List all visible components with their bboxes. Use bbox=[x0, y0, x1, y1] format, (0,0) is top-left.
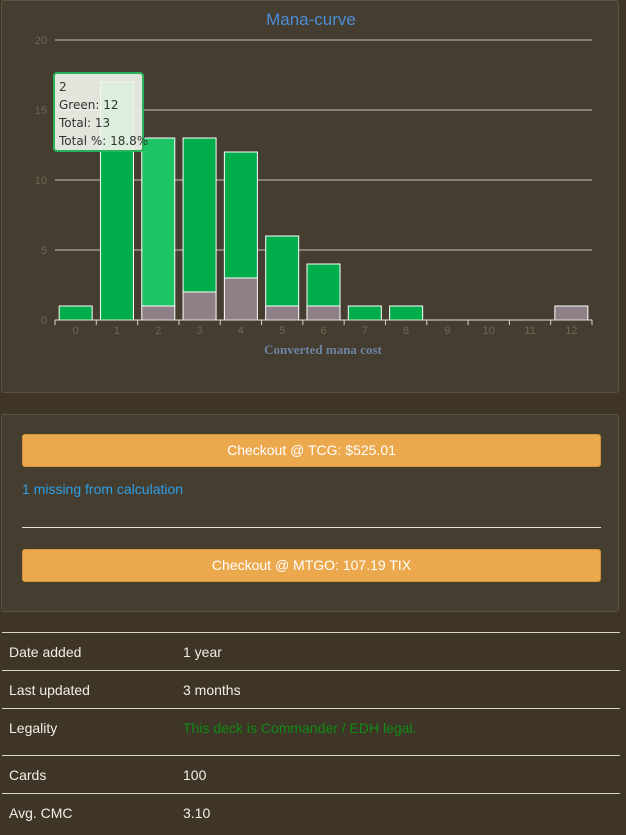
info-row-legality: Legality This deck is Commander / EDH le… bbox=[2, 708, 620, 755]
info-key: Last updated bbox=[9, 682, 90, 698]
y-tick-label: 10 bbox=[35, 175, 47, 187]
bar-green-3[interactable] bbox=[182, 137, 217, 293]
info-value: 3 months bbox=[183, 682, 241, 698]
info-row-cards: Cards 100 bbox=[2, 755, 620, 793]
tooltip-total: Total: 13 bbox=[59, 116, 111, 130]
bar-green-2[interactable] bbox=[141, 137, 176, 307]
tooltip-green: Green: 12 bbox=[59, 98, 119, 112]
x-tick-label: 9 bbox=[444, 325, 450, 337]
bar-green-7[interactable] bbox=[347, 305, 382, 321]
x-tick-label: 5 bbox=[279, 325, 285, 337]
x-tick-label: 4 bbox=[238, 325, 244, 337]
x-tick-label: 11 bbox=[524, 325, 535, 337]
x-tick-label: 3 bbox=[197, 325, 203, 337]
info-row-last-updated: Last updated 3 months bbox=[2, 670, 620, 708]
x-tick-label: 7 bbox=[362, 325, 368, 337]
bar-green-4[interactable] bbox=[223, 151, 258, 279]
info-row-avg-cmc: Avg. CMC 3.10 bbox=[2, 793, 620, 831]
tooltip-category: 2 bbox=[59, 80, 67, 94]
bar-other-2[interactable] bbox=[141, 305, 176, 321]
y-tick-label: 20 bbox=[35, 35, 47, 47]
x-tick-label: 2 bbox=[155, 325, 161, 337]
info-row-date-added: Date added 1 year bbox=[2, 632, 620, 670]
checkout-panel: Checkout @ TCG: $525.01 1 missing from c… bbox=[1, 414, 619, 612]
bar-green-5[interactable] bbox=[265, 235, 300, 307]
y-tick-label: 15 bbox=[35, 105, 47, 117]
divider bbox=[22, 527, 601, 528]
chart-title: Mana-curve bbox=[266, 10, 356, 29]
bar-other-12[interactable] bbox=[554, 305, 589, 321]
x-tick-label: 0 bbox=[73, 325, 79, 337]
bar-green-0[interactable] bbox=[58, 305, 93, 321]
chart-tooltip: 2 Green: 12 Total: 13 Total %: 18.8% bbox=[53, 72, 149, 152]
y-tick-label: 0 bbox=[41, 315, 47, 327]
bar-other-4[interactable] bbox=[223, 277, 258, 321]
missing-cards-link[interactable]: 1 missing from calculation bbox=[22, 481, 183, 497]
checkout-tcg-button[interactable]: Checkout @ TCG: $525.01 bbox=[22, 434, 601, 467]
x-tick-label: 12 bbox=[565, 325, 577, 337]
info-value: 3.10 bbox=[183, 805, 211, 821]
info-key: Date added bbox=[9, 644, 82, 660]
bar-other-5[interactable] bbox=[265, 305, 300, 321]
bar-other-6[interactable] bbox=[306, 305, 341, 321]
mana-curve-chart: Mana-curve 05101520 0 1 2 3 4 5 6 7 8 9 10 11 12 Con… bbox=[35, 10, 593, 357]
info-value: 1 year bbox=[183, 644, 222, 660]
checkout-mtgo-button[interactable]: Checkout @ MTGO: 107.19 TIX bbox=[22, 549, 601, 582]
bar-green-8[interactable] bbox=[389, 305, 424, 321]
x-axis-label: Converted mana cost bbox=[264, 342, 382, 357]
bar-other-3[interactable] bbox=[182, 291, 217, 321]
x-tick-label: 1 bbox=[114, 325, 120, 337]
info-key: Cards bbox=[9, 767, 47, 783]
legality-status: This deck is Commander / EDH legal. bbox=[183, 720, 417, 736]
mana-curve-panel: Mana-curve 0 5 10 15 20 0 1 2 3 4 5 6 7 8 9 10 11 12 Con… bbox=[1, 0, 619, 393]
x-tick-label: 10 bbox=[483, 325, 495, 337]
x-tick-label: 8 bbox=[403, 325, 409, 337]
tooltip-total-percent: Total %: 18.8% bbox=[59, 134, 149, 148]
y-tick-label: 5 bbox=[41, 245, 47, 257]
info-key: Legality bbox=[9, 720, 58, 736]
deck-info-table: Date added 1 year Last updated 3 months … bbox=[2, 632, 620, 831]
info-key: Avg. CMC bbox=[9, 805, 73, 821]
x-tick-label: 6 bbox=[320, 325, 326, 337]
info-value: 100 bbox=[183, 767, 207, 783]
bar-green-6[interactable] bbox=[306, 263, 341, 307]
